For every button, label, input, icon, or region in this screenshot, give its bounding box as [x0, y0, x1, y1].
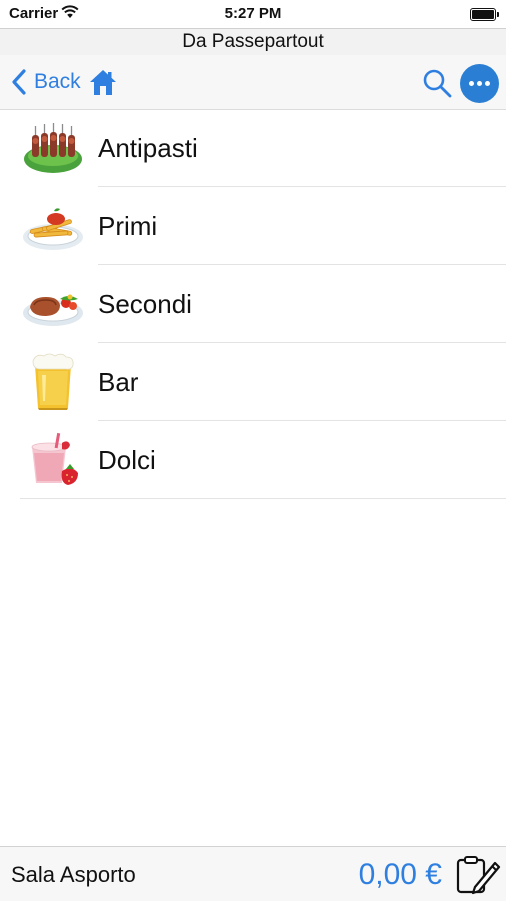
list-item-label: Secondi	[98, 289, 192, 319]
list-item-secondi[interactable]: Secondi	[0, 265, 506, 343]
room-label: Sala Asporto	[11, 862, 136, 887]
more-dot	[477, 81, 482, 86]
search-icon[interactable]	[421, 67, 453, 99]
list-item-antipasti[interactable]: Antipasti	[0, 109, 506, 187]
more-options-button[interactable]	[460, 64, 499, 103]
title-bar: Da Passepartout	[0, 28, 506, 56]
list-item-label: Dolci	[98, 445, 156, 475]
row-divider	[20, 498, 506, 499]
order-total[interactable]: 0,00 €	[359, 858, 442, 892]
clipboard-edit-icon[interactable]	[455, 855, 501, 895]
clock: 5:27 PM	[224, 5, 282, 22]
list-item-primi[interactable]: Primi	[0, 187, 506, 265]
list-item-bar[interactable]: Bar	[0, 343, 506, 421]
list-item-dolci[interactable]: Dolci	[0, 421, 506, 499]
category-list: Antipasti Primi Secondi Bar Dolci	[0, 109, 506, 499]
pasta-icon	[23, 208, 83, 250]
list-item-label: Primi	[98, 211, 158, 241]
more-dot	[485, 81, 490, 86]
beer-icon	[32, 353, 74, 410]
strawberry-dessert-icon	[31, 432, 78, 485]
steak-icon	[23, 294, 83, 326]
home-icon[interactable]	[88, 67, 118, 97]
chevron-left-icon	[12, 69, 26, 95]
status-bar: Carrier 5:27 PM	[0, 0, 506, 28]
back-button[interactable]: Back	[10, 68, 81, 96]
navigation-bar: Back	[0, 55, 506, 110]
page-title: Da Passepartout	[182, 31, 324, 52]
battery-icon	[470, 8, 499, 21]
skewers-icon	[24, 123, 82, 173]
list-item-label: Bar	[98, 367, 139, 397]
bottom-bar: Sala Asporto 0,00 €	[0, 846, 506, 901]
list-item-label: Antipasti	[98, 133, 198, 163]
back-label: Back	[34, 70, 81, 93]
more-dot	[469, 81, 474, 86]
